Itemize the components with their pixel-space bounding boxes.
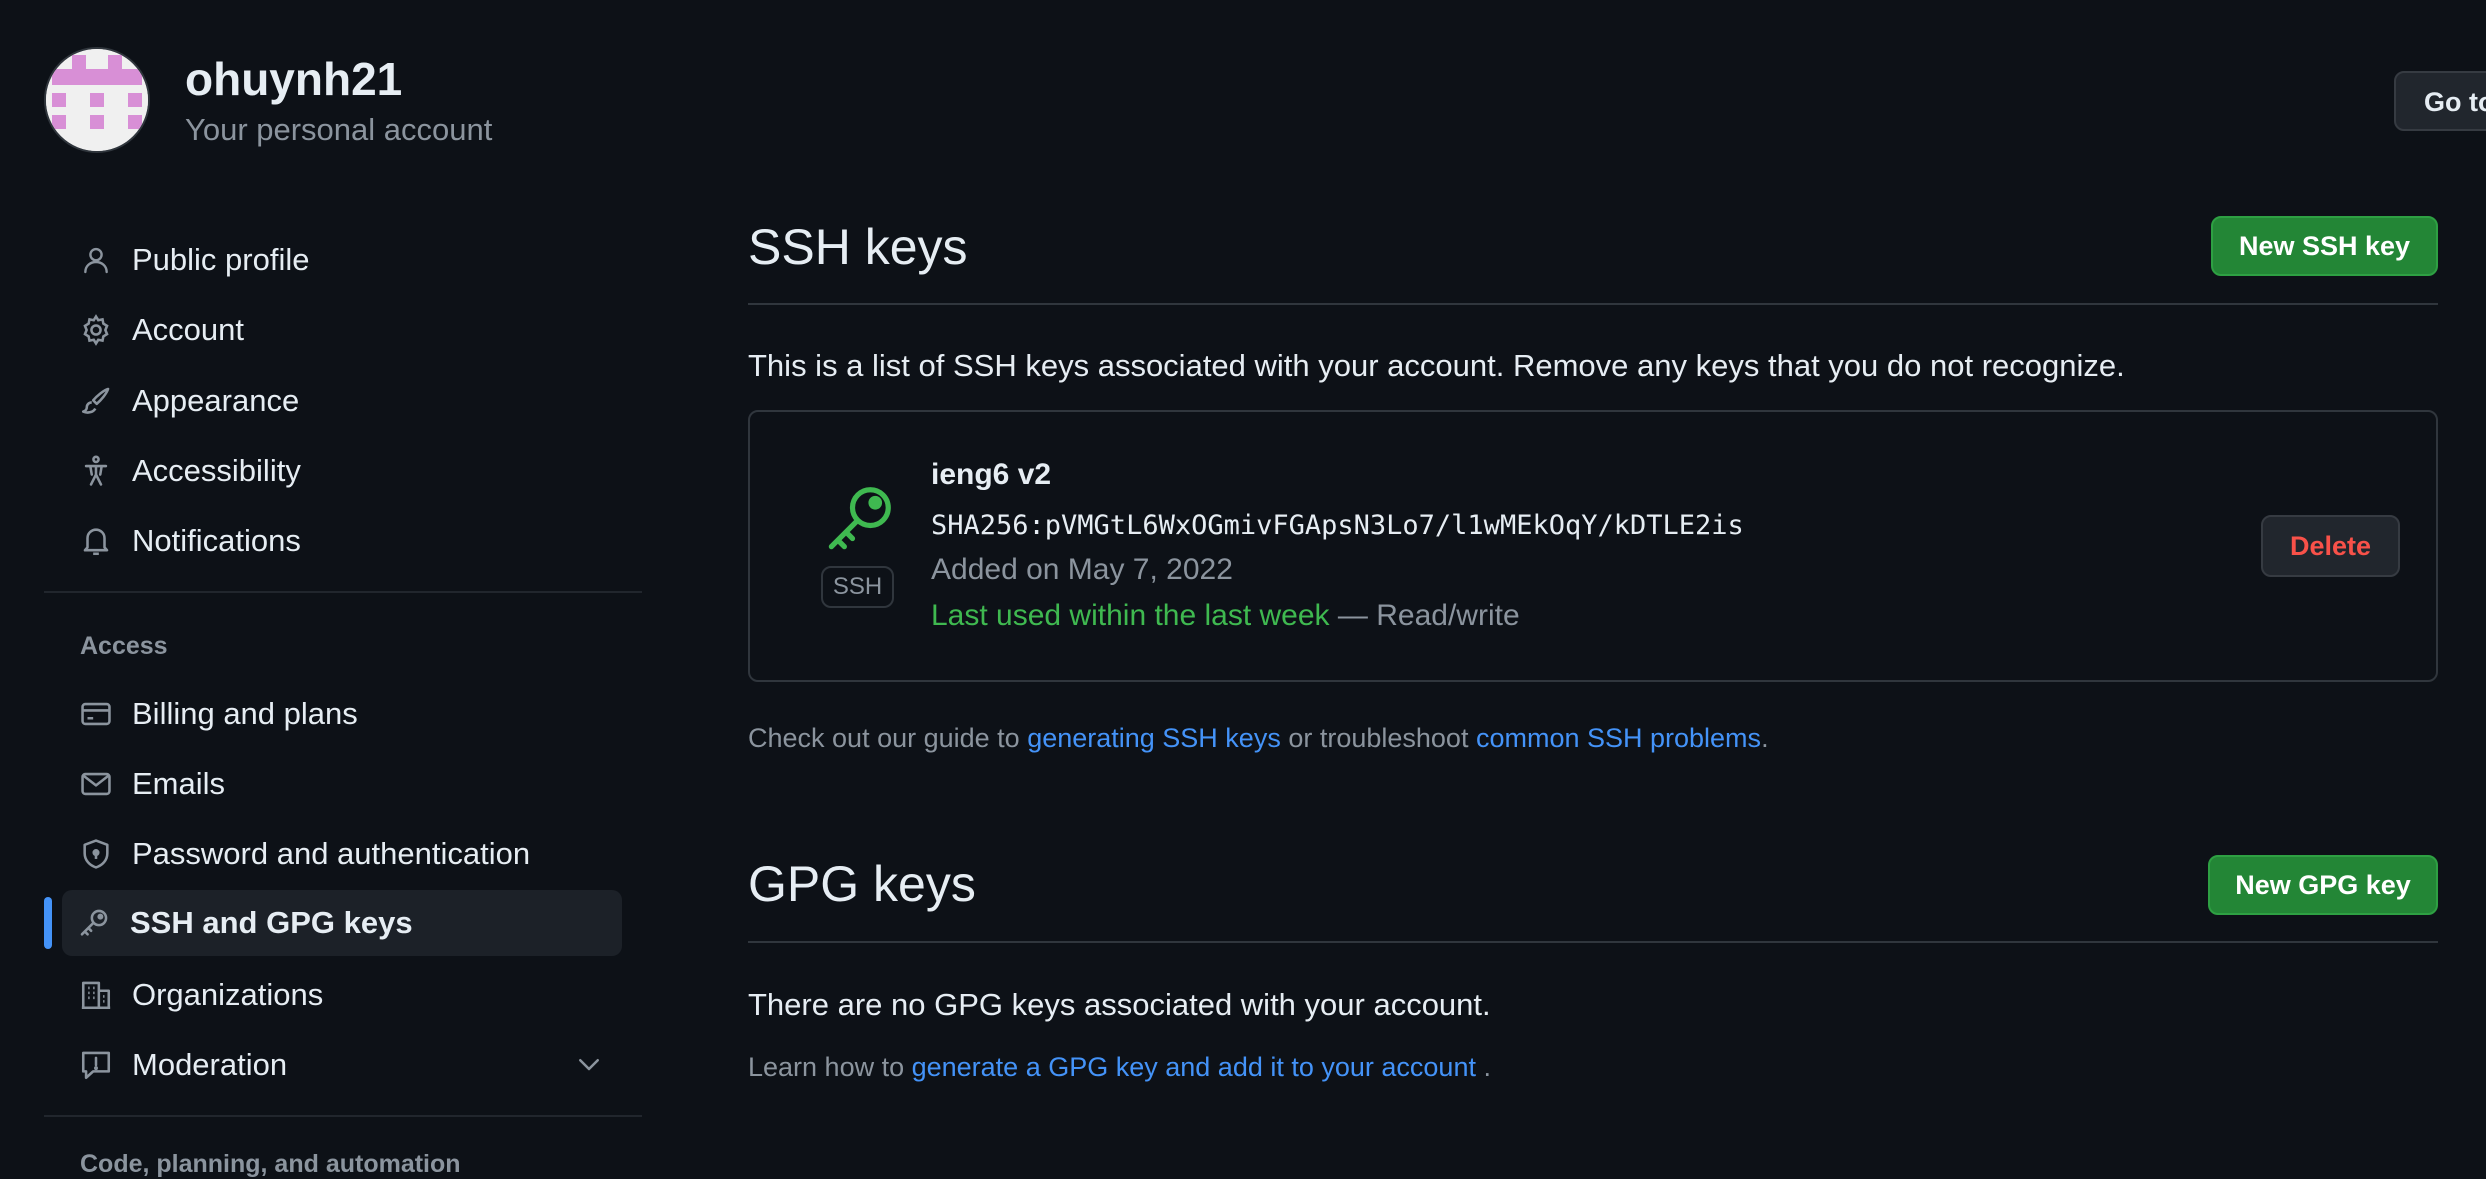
gpg-keys-title: GPG keys: [748, 856, 976, 912]
sidebar-item-label: Accessibility: [132, 453, 301, 488]
help-text-segment: .: [1475, 1052, 1491, 1082]
go-to-profile-button[interactable]: Go to: [2394, 71, 2486, 131]
gpg-help-text: Learn how to generate a GPG key and add …: [748, 1052, 1491, 1083]
sidebar-item-label: Account: [132, 312, 245, 347]
organization-icon: [78, 977, 114, 1013]
sidebar-item-label: Organizations: [132, 977, 324, 1012]
ssh-key-added-date: Added on May 7, 2022: [931, 553, 1233, 586]
sidebar-item-label: Emails: [132, 766, 226, 801]
ssh-help-text: Check out our guide to generating SSH ke…: [748, 723, 1769, 754]
chevron-down-icon[interactable]: [574, 1049, 604, 1079]
help-text-segment: Check out our guide to: [748, 723, 1028, 753]
ssh-key-last-used: Last used within the last week: [931, 599, 1330, 632]
account-subtitle: Your personal account: [185, 112, 493, 147]
sidebar-item-ssh-gpg-keys[interactable]: SSH and GPG keys: [62, 890, 622, 956]
sidebar-item-label: Notifications: [132, 523, 301, 558]
new-gpg-key-button[interactable]: New GPG key: [2208, 855, 2438, 915]
gpg-empty-text: There are no GPG keys associated with yo…: [748, 987, 1491, 1022]
sidebar-item-public-profile[interactable]: Public profile: [64, 227, 624, 293]
new-ssh-key-button[interactable]: New SSH key: [2211, 216, 2438, 276]
delete-ssh-key-button[interactable]: Delete: [2261, 515, 2400, 577]
sidebar-item-label: SSH and GPG keys: [130, 905, 413, 940]
help-text-segment: .: [1761, 723, 1769, 753]
common-ssh-problems-link[interactable]: common SSH problems: [1476, 723, 1761, 753]
generate-gpg-key-link[interactable]: generate a GPG key and add it to your ac…: [912, 1052, 1476, 1082]
sidebar-item-password-auth[interactable]: Password and authentication: [64, 821, 624, 887]
sidebar-section-code: Code, planning, and automation: [80, 1150, 461, 1178]
sidebar-item-moderation[interactable]: Moderation: [64, 1032, 624, 1098]
sidebar-item-label: Moderation: [132, 1047, 288, 1082]
sidebar-divider: [44, 1115, 642, 1117]
paintbrush-icon: [78, 383, 114, 419]
ssh-badge: SSH: [821, 566, 894, 608]
sidebar-item-accessibility[interactable]: Accessibility: [64, 438, 624, 504]
ssh-key-name: ieng6 v2: [931, 458, 1052, 491]
report-icon: [78, 1047, 114, 1083]
avatar[interactable]: [44, 47, 150, 153]
ssh-key-fingerprint: SHA256:pVMGtL6WxOGmivFGApsN3Lo7/l1wMEkOq…: [931, 510, 1744, 541]
sidebar-item-label: Password and authentication: [132, 836, 531, 871]
sidebar-item-organizations[interactable]: Organizations: [64, 962, 624, 1028]
sidebar-item-emails[interactable]: Emails: [64, 751, 624, 817]
ssh-keys-title: SSH keys: [748, 219, 968, 275]
ssh-key-access: — Read/write: [1329, 599, 1520, 632]
section-divider: [748, 303, 2438, 305]
person-icon: [78, 242, 114, 278]
credit-card-icon: [78, 696, 114, 732]
generating-ssh-keys-link[interactable]: generating SSH keys: [1027, 723, 1281, 753]
sidebar-item-appearance[interactable]: Appearance: [64, 368, 624, 434]
section-divider: [748, 941, 2438, 943]
ssh-description: This is a list of SSH keys associated wi…: [748, 348, 2125, 383]
accessibility-icon: [78, 453, 114, 489]
sidebar-item-notifications[interactable]: Notifications: [64, 508, 624, 574]
sidebar-divider: [44, 591, 642, 593]
help-text-segment: or troubleshoot: [1280, 723, 1476, 753]
username[interactable]: ohuynh21: [185, 52, 402, 106]
shield-icon: [78, 836, 114, 872]
active-indicator: [44, 897, 52, 949]
sidebar-item-label: Public profile: [132, 242, 310, 277]
ssh-key-card: [748, 410, 2438, 682]
sidebar-item-label: Appearance: [132, 383, 300, 418]
bell-icon: [78, 523, 114, 559]
key-icon: [820, 480, 898, 558]
mail-icon: [78, 766, 114, 802]
help-text-segment: Learn how to: [748, 1052, 912, 1082]
sidebar-section-access: Access: [80, 632, 168, 660]
sidebar-item-account[interactable]: Account: [64, 297, 624, 363]
sidebar-item-label: Billing and plans: [132, 696, 358, 731]
ssh-key-usage: Last used within the last week — Read/wr…: [931, 599, 1520, 633]
gear-icon: [78, 312, 114, 348]
sidebar-item-billing[interactable]: Billing and plans: [64, 681, 624, 747]
key-icon: [76, 905, 112, 941]
